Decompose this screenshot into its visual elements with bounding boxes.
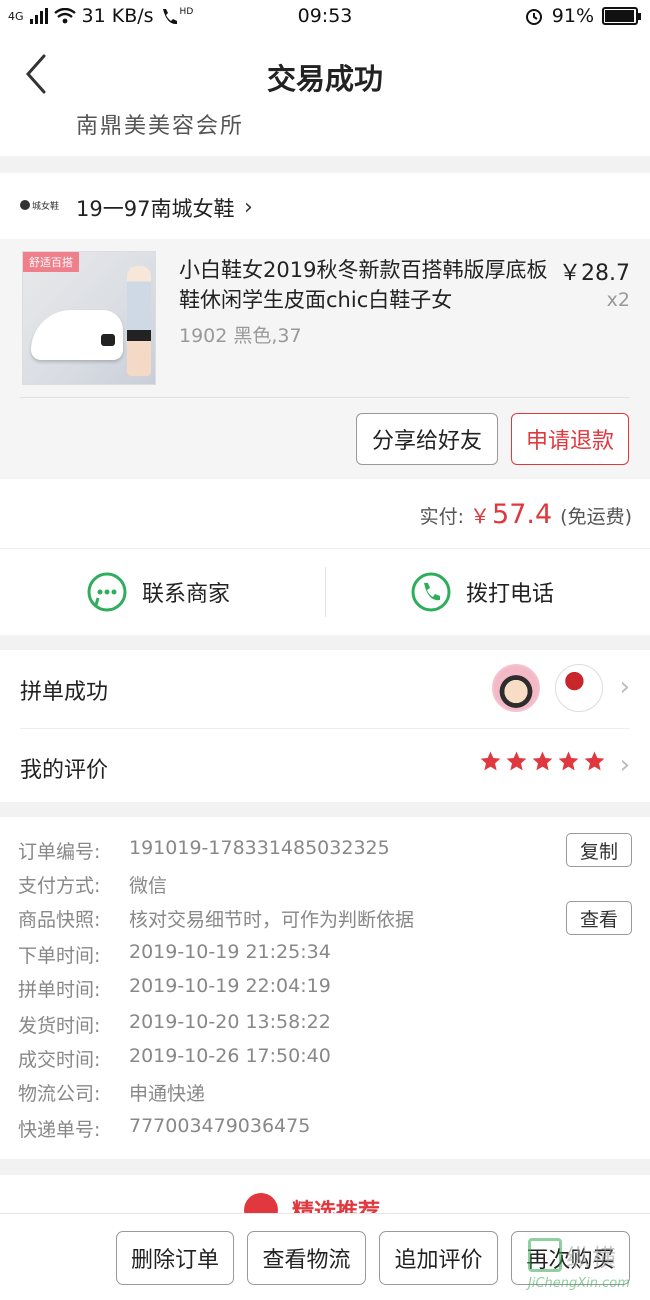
order-info-row: 物流公司: 申通快递 xyxy=(18,1079,205,1106)
my-review-row[interactable]: 我的评价 › xyxy=(0,728,650,802)
paid-label: 实付: xyxy=(419,506,465,528)
order-info-row: 成交时间: 2019-10-26 17:50:40 xyxy=(18,1045,331,1072)
shop-name: 19一97南城女鞋 xyxy=(76,197,235,221)
shoe-illustration xyxy=(31,310,123,360)
product-sku: 1902 黑色,37 xyxy=(179,325,302,347)
rating-stars xyxy=(479,750,606,773)
call-label: 拨打电话 xyxy=(466,582,555,607)
watermark-logo xyxy=(528,1238,562,1272)
chevron-right-icon: › xyxy=(244,195,253,220)
order-info-value: 申通快递 xyxy=(129,1083,206,1105)
bottom-action-bar: 删除订单 查看物流 追加评价 再次购买 纵横 JiChengXin.com xyxy=(0,1213,650,1300)
order-info-row: 商品快照: 核对交易细节时，可作为判断依据 xyxy=(18,905,414,932)
order-info-key: 支付方式: xyxy=(18,875,101,897)
order-info: 复制 查看 订单编号: 191019-178331485032325 支付方式: 微信… xyxy=(0,817,650,1159)
order-info-value: 2019-10-26 17:50:40 xyxy=(129,1045,331,1067)
payment-summary: 实付: ￥ 57.4 (免运费) xyxy=(0,479,650,549)
order-info-value: 191019-178331485032325 xyxy=(129,837,390,859)
order-info-row: 支付方式: 微信 xyxy=(18,871,167,898)
chat-icon xyxy=(87,572,127,612)
view-snapshot-button[interactable]: 查看 xyxy=(566,901,632,935)
page-header: 交易成功 南鼎美美容会所 xyxy=(0,36,650,156)
shop-logo: 城女鞋 xyxy=(20,197,60,213)
address-text: 南鼎美美容会所 xyxy=(76,114,245,139)
delete-order-button[interactable]: 删除订单 xyxy=(116,1231,234,1285)
star-icon xyxy=(584,751,605,771)
star-icon xyxy=(532,751,553,771)
alarm-icon xyxy=(525,9,542,25)
refund-button[interactable]: 申请退款 xyxy=(511,413,629,465)
order-info-row: 发货时间: 2019-10-20 13:58:22 xyxy=(18,1011,331,1038)
order-info-key: 订单编号: xyxy=(18,841,101,863)
order-info-key: 快递单号: xyxy=(18,1119,101,1141)
order-info-key: 物流公司: xyxy=(18,1083,101,1105)
watermark-text: 纵横 xyxy=(566,1244,618,1272)
paid-currency: ￥ xyxy=(470,504,491,528)
star-icon xyxy=(506,751,527,771)
product-title[interactable]: 小白鞋女2019秋冬新款百搭韩版厚底板鞋休闲学生皮面chic白鞋子女 xyxy=(179,255,557,315)
order-info-row: 拼单时间: 2019-10-19 22:04:19 xyxy=(18,975,331,1002)
star-icon xyxy=(558,751,579,771)
order-info-key: 发货时间: xyxy=(18,1015,101,1037)
page-title: 交易成功 xyxy=(266,62,383,96)
contact-bar: 联系商家 拨打电话 xyxy=(0,549,650,635)
order-info-row: 下单时间: 2019-10-19 21:25:34 xyxy=(18,941,331,968)
order-info-key: 商品快照: xyxy=(18,909,101,931)
status-right: 91% xyxy=(524,5,641,27)
add-review-button[interactable]: 追加评价 xyxy=(379,1231,498,1285)
copy-button[interactable]: 复制 xyxy=(566,833,632,867)
battery-icon xyxy=(602,7,641,25)
watermark-url: JiChengXin.com xyxy=(528,1276,630,1291)
order-info-key: 成交时间: xyxy=(18,1049,101,1071)
paid-amount: 57.4 xyxy=(492,499,553,530)
contact-merchant-label: 联系商家 xyxy=(142,582,231,607)
call-button[interactable]: 拨打电话 xyxy=(410,571,554,613)
share-button[interactable]: 分享给好友 xyxy=(356,413,498,465)
chevron-right-icon: › xyxy=(619,750,630,780)
shop-row[interactable]: 城女鞋 19一97南城女鞋 › xyxy=(0,173,650,239)
battery-percent: 91% xyxy=(551,5,594,27)
group-success-label: 拼单成功 xyxy=(20,680,109,705)
product-image-tag: 舒适百搭 xyxy=(23,252,79,272)
model-illustration xyxy=(127,266,151,376)
group-review-card: 拼单成功 › 我的评价 › xyxy=(0,650,650,802)
divider xyxy=(20,397,630,398)
chevron-right-icon: › xyxy=(619,672,630,702)
order-info-key: 拼单时间: xyxy=(18,979,101,1001)
order-info-row: 快递单号: 777003479036475 xyxy=(18,1115,310,1142)
product-price: ￥28.7 xyxy=(559,261,630,286)
order-info-value: 777003479036475 xyxy=(129,1115,311,1137)
order-info-row: 订单编号: 191019-178331485032325 xyxy=(18,837,390,864)
order-info-value: 2019-10-19 21:25:34 xyxy=(129,941,331,963)
product-image[interactable]: 舒适百搭 xyxy=(22,251,156,385)
view-logistics-button[interactable]: 查看物流 xyxy=(247,1231,366,1285)
status-bar: 4G 31 KB/s HD 09:53 91% xyxy=(0,0,650,36)
order-info-key: 下单时间: xyxy=(18,945,101,967)
order-info-value: 2019-10-19 22:04:19 xyxy=(129,975,331,997)
avatar xyxy=(555,664,603,712)
divider xyxy=(325,567,326,617)
star-icon xyxy=(480,751,501,771)
group-success-row[interactable]: 拼单成功 › xyxy=(0,650,650,728)
phone-icon xyxy=(411,572,451,612)
order-info-value: 核对交易细节时，可作为判断依据 xyxy=(129,909,415,931)
order-info-value: 微信 xyxy=(129,875,168,897)
order-info-value: 2019-10-20 13:58:22 xyxy=(129,1011,331,1033)
my-review-label: 我的评价 xyxy=(20,758,109,783)
product-card: 舒适百搭 小白鞋女2019秋冬新款百搭韩版厚底板鞋休闲学生皮面chic白鞋子女 … xyxy=(0,239,650,479)
product-quantity: x2 xyxy=(606,289,630,311)
shipping-note: (免运费) xyxy=(560,506,632,528)
avatar xyxy=(492,664,540,712)
contact-merchant-button[interactable]: 联系商家 xyxy=(86,571,230,613)
watermark: 纵横 JiChengXin.com xyxy=(528,1238,644,1294)
